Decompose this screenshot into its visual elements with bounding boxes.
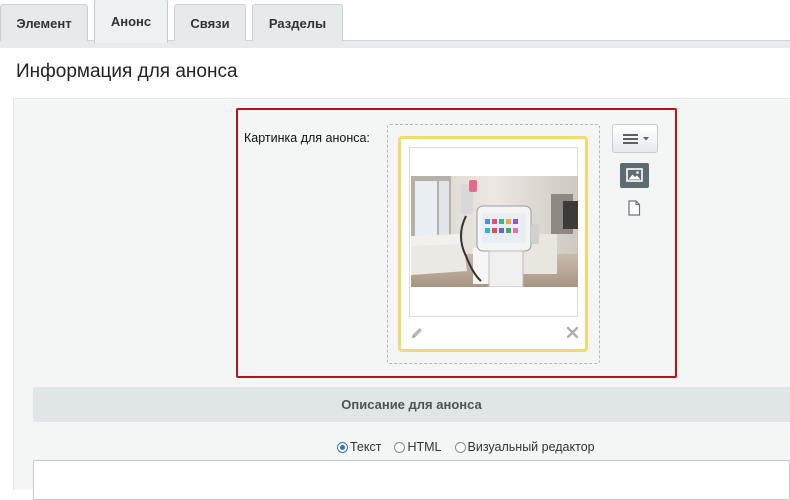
- radio-html[interactable]: [394, 441, 406, 453]
- radio-text-label[interactable]: Текст: [350, 440, 381, 454]
- tab-announce[interactable]: Анонс: [94, 0, 168, 43]
- description-header-label: Описание для анонса: [341, 397, 482, 412]
- tab-sections-label: Разделы: [268, 15, 327, 31]
- tab-bar: Элемент Анонс Связи Разделы: [0, 0, 790, 48]
- image-mode-button[interactable]: [620, 163, 649, 188]
- radio-visual-editor[interactable]: [454, 441, 466, 453]
- file-icon[interactable]: [627, 200, 641, 216]
- tab-links[interactable]: Связи: [174, 4, 246, 41]
- tab-links-label: Связи: [190, 15, 230, 31]
- tab-sections[interactable]: Разделы: [252, 4, 343, 41]
- description-textarea[interactable]: [33, 460, 790, 500]
- hamburger-menu-icon: [623, 134, 649, 144]
- close-icon[interactable]: [566, 326, 579, 339]
- tab-announce-label: Анонс: [110, 14, 152, 29]
- radio-visual-editor-label[interactable]: Визуальный редактор: [468, 440, 595, 454]
- tab-element-label: Элемент: [16, 15, 72, 31]
- image-icon: [626, 168, 643, 182]
- preview-image-label: Картинка для анонса:: [244, 131, 370, 145]
- preview-image[interactable]: [411, 176, 578, 287]
- description-header: Описание для анонса: [33, 387, 790, 422]
- radio-text[interactable]: [337, 441, 348, 453]
- radio-html-label[interactable]: HTML: [407, 440, 441, 454]
- description-format-selector: Текст HTML Визуальный редактор: [337, 439, 608, 455]
- tab-element[interactable]: Элемент: [0, 4, 88, 41]
- image-menu-button[interactable]: [612, 124, 658, 153]
- pencil-icon[interactable]: [410, 326, 424, 340]
- section-title: Информация для анонса: [16, 61, 238, 82]
